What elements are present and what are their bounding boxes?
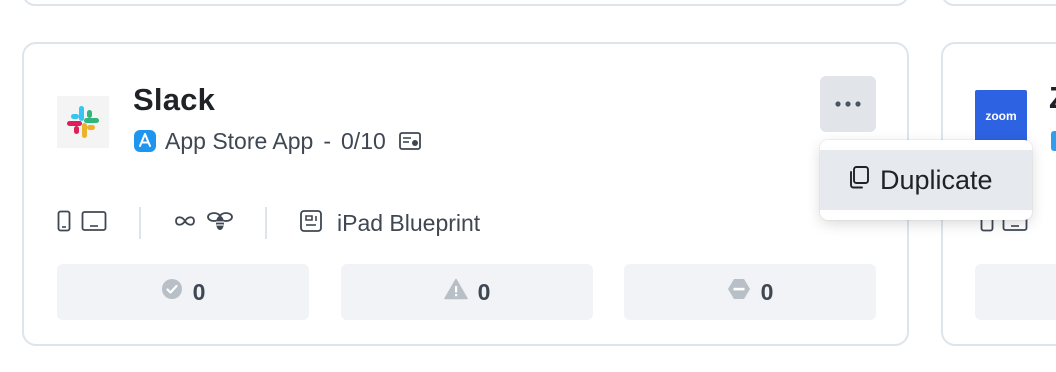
blueprint-label: iPad Blueprint xyxy=(337,209,481,236)
app-name-partial: Z xyxy=(1049,80,1056,116)
ellipsis-icon xyxy=(835,101,861,107)
app-name: Slack xyxy=(133,82,216,117)
tablet-icon xyxy=(81,210,107,237)
blueprint-icon xyxy=(299,209,323,238)
warning-triangle-icon xyxy=(443,278,468,306)
app-store-icon-partial xyxy=(1051,131,1056,151)
blueprint-group[interactable]: iPad Blueprint xyxy=(299,209,480,238)
id-card-icon xyxy=(398,129,422,153)
device-type-group xyxy=(57,210,107,237)
stat-warning[interactable]: 0 xyxy=(341,264,593,320)
more-options-menu: Duplicate xyxy=(820,140,1032,220)
blocked-icon xyxy=(727,278,751,306)
infinity-icon xyxy=(173,214,197,233)
stat-success[interactable]: 0 xyxy=(57,264,309,320)
previous-card-partial-right xyxy=(941,0,1056,6)
previous-card-partial xyxy=(22,0,909,6)
phone-icon xyxy=(57,210,71,237)
copy-icon xyxy=(846,164,872,197)
app-card-slack[interactable]: Slack App Store App - 0/10 iPad Blueprin… xyxy=(22,42,909,346)
stat-value: 0 xyxy=(760,278,774,305)
card-meta-row: iPad Blueprint xyxy=(57,206,480,240)
app-store-icon xyxy=(133,129,157,153)
subtitle-separator: - xyxy=(323,127,332,154)
install-options-group xyxy=(173,210,233,237)
more-options-button[interactable] xyxy=(820,76,876,132)
menu-item-duplicate[interactable]: Duplicate xyxy=(820,150,1032,210)
meta-divider xyxy=(265,207,267,239)
stat-value: 0 xyxy=(477,278,491,305)
menu-item-label: Duplicate xyxy=(880,164,993,195)
app-type-label: App Store App xyxy=(165,127,314,154)
stat-partial[interactable] xyxy=(975,264,1056,320)
bee-icon xyxy=(207,210,233,237)
zoom-logo-icon: zoom xyxy=(975,90,1027,142)
meta-divider xyxy=(139,207,141,239)
app-subtitle: App Store App - 0/10 xyxy=(133,124,422,158)
stat-value: 0 xyxy=(192,278,206,305)
progress-count: 0/10 xyxy=(341,127,386,154)
zoom-logo-text: zoom xyxy=(985,109,1017,123)
check-circle-icon xyxy=(161,278,183,306)
slack-logo-icon xyxy=(57,96,109,148)
stat-blocked[interactable]: 0 xyxy=(624,264,876,320)
